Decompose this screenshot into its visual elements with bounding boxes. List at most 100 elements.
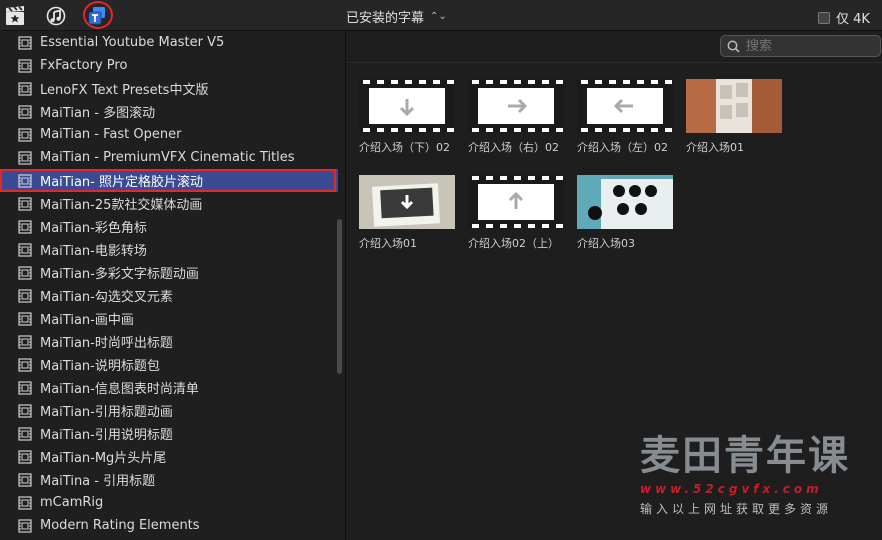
sidebar-scrollbar[interactable] xyxy=(337,219,342,374)
sidebar-item-label: MaiTian-彩色角标 xyxy=(40,221,147,236)
sidebar-item[interactable]: MaiTian-引用标题动画 xyxy=(0,399,338,422)
filmstrip-icon xyxy=(18,219,32,234)
dropdown-label: 已安装的字幕 xyxy=(346,10,425,26)
filmstrip-icon xyxy=(18,518,32,533)
sidebar-item[interactable]: Essential Youtube Master V5 xyxy=(0,31,338,54)
only-4k-toggle[interactable]: 仅 4K xyxy=(818,8,870,27)
category-list: Essential Youtube Master V5 FxFactory Pro… xyxy=(0,31,338,537)
sidebar-item[interactable]: MaiTian - 多图滚动 xyxy=(0,100,338,123)
sidebar-item-label: Modern Rating Elements xyxy=(40,518,200,533)
sidebar-item[interactable]: MaiTina - 引用标题 xyxy=(0,468,338,491)
sidebar-item[interactable]: LenoFX Text Presets中文版 xyxy=(0,77,338,100)
thumbnail-preview xyxy=(359,175,455,229)
thumbnail-caption: 介绍入场01 xyxy=(686,141,744,154)
sidebar-item[interactable]: MaiTian - PremiumVFX Cinematic Titles xyxy=(0,146,338,169)
filmstrip-icon xyxy=(18,403,32,418)
sidebar-item-label: FxFactory Pro xyxy=(40,58,128,73)
selection-highlight xyxy=(0,169,336,192)
filmstrip-icon xyxy=(18,472,32,487)
sidebar-item-label: MaiTian - 多图滚动 xyxy=(40,106,156,121)
filmstrip-icon xyxy=(18,495,32,510)
category-sidebar: Essential Youtube Master V5 FxFactory Pro… xyxy=(0,31,346,540)
title-thumbnail[interactable]: 介绍入场01 xyxy=(686,79,782,155)
sidebar-item[interactable]: MaiTian-时尚呼出标题 xyxy=(0,330,338,353)
title-thumbnail[interactable]: 介绍入场（右）02 xyxy=(468,79,564,155)
thumbnail-caption: 介绍入场03 xyxy=(577,237,635,250)
filmstrip-icon xyxy=(18,150,32,165)
title-thumbnail[interactable]: 介绍入场（下）02 xyxy=(359,79,455,155)
filmstrip-icon xyxy=(18,104,32,119)
filmstrip-icon xyxy=(18,449,32,464)
sidebar-item[interactable]: MaiTian-说明标题包 xyxy=(0,353,338,376)
filmstrip-icon xyxy=(18,426,32,441)
watermark: 麦田青年课 www.52cgvfx.com 输入以上网址获取更多资源 xyxy=(640,432,870,517)
sidebar-item[interactable]: MaiTian-彩色角标 xyxy=(0,215,338,238)
thumbnail-caption: 介绍入场（下）02 xyxy=(359,141,450,154)
filmstrip-icon xyxy=(18,81,32,96)
filmstrip-icon xyxy=(18,357,32,372)
music-note-icon[interactable] xyxy=(43,3,69,29)
titles-icon[interactable] xyxy=(83,1,113,29)
sidebar-item-label: MaiTian-电影转场 xyxy=(40,244,147,259)
sidebar-item[interactable]: MaiTian - Fast Opener xyxy=(0,123,338,146)
only-4k-label: 仅 4K xyxy=(836,12,870,27)
search-input[interactable] xyxy=(746,38,866,54)
search-icon xyxy=(727,40,740,53)
thumbnail-preview xyxy=(359,79,455,133)
sidebar-item-label: MaiTian-说明标题包 xyxy=(40,359,160,374)
title-thumbnail[interactable]: 介绍入场03 xyxy=(577,175,673,251)
title-thumbnail[interactable]: 介绍入场02（上） xyxy=(468,175,564,251)
filmstrip-icon xyxy=(18,380,32,395)
sidebar-item[interactable]: Modern Rating Elements xyxy=(0,514,338,537)
updown-chevron-icon: ⌃⌄ xyxy=(430,10,447,22)
sidebar-item-label: MaiTian-25款社交媒体动画 xyxy=(40,198,203,213)
sidebar-item[interactable]: MaiTian-Mg片头片尾 xyxy=(0,445,338,468)
installed-titles-dropdown[interactable]: 已安装的字幕 ⌃⌄ xyxy=(346,7,447,26)
sidebar-item-label: MaiTian-信息图表时尚清单 xyxy=(40,382,199,397)
thumbnail-caption: 介绍入场（左）02 xyxy=(577,141,668,154)
filmstrip-icon xyxy=(18,288,32,303)
sidebar-item-label: Essential Youtube Master V5 xyxy=(40,35,225,50)
thumbnail-preview xyxy=(468,175,564,229)
thumbnail-preview xyxy=(577,79,673,133)
only-4k-checkbox[interactable] xyxy=(818,11,830,24)
content-divider xyxy=(347,62,882,63)
watermark-url: www.52cgvfx.com xyxy=(640,482,823,496)
sidebar-item-label: LenoFX Text Presets中文版 xyxy=(40,83,209,98)
sidebar-item-label: MaiTian - Fast Opener xyxy=(40,127,182,142)
title-thumbnail[interactable]: 介绍入场（左）02 xyxy=(577,79,673,155)
filmstrip-icon xyxy=(18,311,32,326)
sidebar-item[interactable]: MaiTian-引用说明标题 xyxy=(0,422,338,445)
sidebar-item[interactable]: MaiTian-25款社交媒体动画 xyxy=(0,192,338,215)
filmstrip-icon xyxy=(18,58,32,73)
filmstrip-icon xyxy=(18,334,32,349)
filmstrip-icon xyxy=(18,265,32,280)
sidebar-item-label: MaiTian-勾选交叉元素 xyxy=(40,290,173,305)
sidebar-item[interactable]: MaiTian-勾选交叉元素 xyxy=(0,284,338,307)
thumbnail-preview xyxy=(577,175,673,229)
filmstrip-icon xyxy=(18,242,32,257)
sidebar-item[interactable]: MaiTian-信息图表时尚清单 xyxy=(0,376,338,399)
sidebar-item-label: MaiTian-时尚呼出标题 xyxy=(40,336,173,351)
sidebar-item[interactable]: mCamRig xyxy=(0,491,338,514)
sidebar-item-label: MaiTina - 引用标题 xyxy=(40,474,156,489)
sidebar-item-label: MaiTian-画中画 xyxy=(40,313,134,328)
sidebar-item[interactable]: MaiTian-画中画 xyxy=(0,307,338,330)
sidebar-item-label: MaiTian-多彩文字标题动画 xyxy=(40,267,199,282)
filmstrip-icon xyxy=(18,35,32,50)
sidebar-item[interactable]: FxFactory Pro xyxy=(0,54,338,77)
search-field[interactable] xyxy=(720,35,881,57)
sidebar-item[interactable]: MaiTian-电影转场 xyxy=(0,238,338,261)
highlight-ring xyxy=(83,1,113,29)
thumbnail-caption: 介绍入场01 xyxy=(359,237,417,250)
watermark-subtitle: 输入以上网址获取更多资源 xyxy=(640,502,833,516)
clapper-star-icon[interactable] xyxy=(2,3,28,29)
sidebar-item-label: MaiTian-引用标题动画 xyxy=(40,405,173,420)
filmstrip-icon xyxy=(18,127,32,142)
filmstrip-icon xyxy=(18,196,32,211)
sidebar-item[interactable]: MaiTian-多彩文字标题动画 xyxy=(0,261,338,284)
sidebar-item-label: MaiTian - PremiumVFX Cinematic Titles xyxy=(40,150,295,165)
sidebar-item[interactable]: MaiTian- 照片定格胶片滚动 xyxy=(0,169,338,192)
sidebar-item-label: MaiTian-引用说明标题 xyxy=(40,428,173,443)
title-thumbnail[interactable]: 介绍入场01 xyxy=(359,175,455,251)
